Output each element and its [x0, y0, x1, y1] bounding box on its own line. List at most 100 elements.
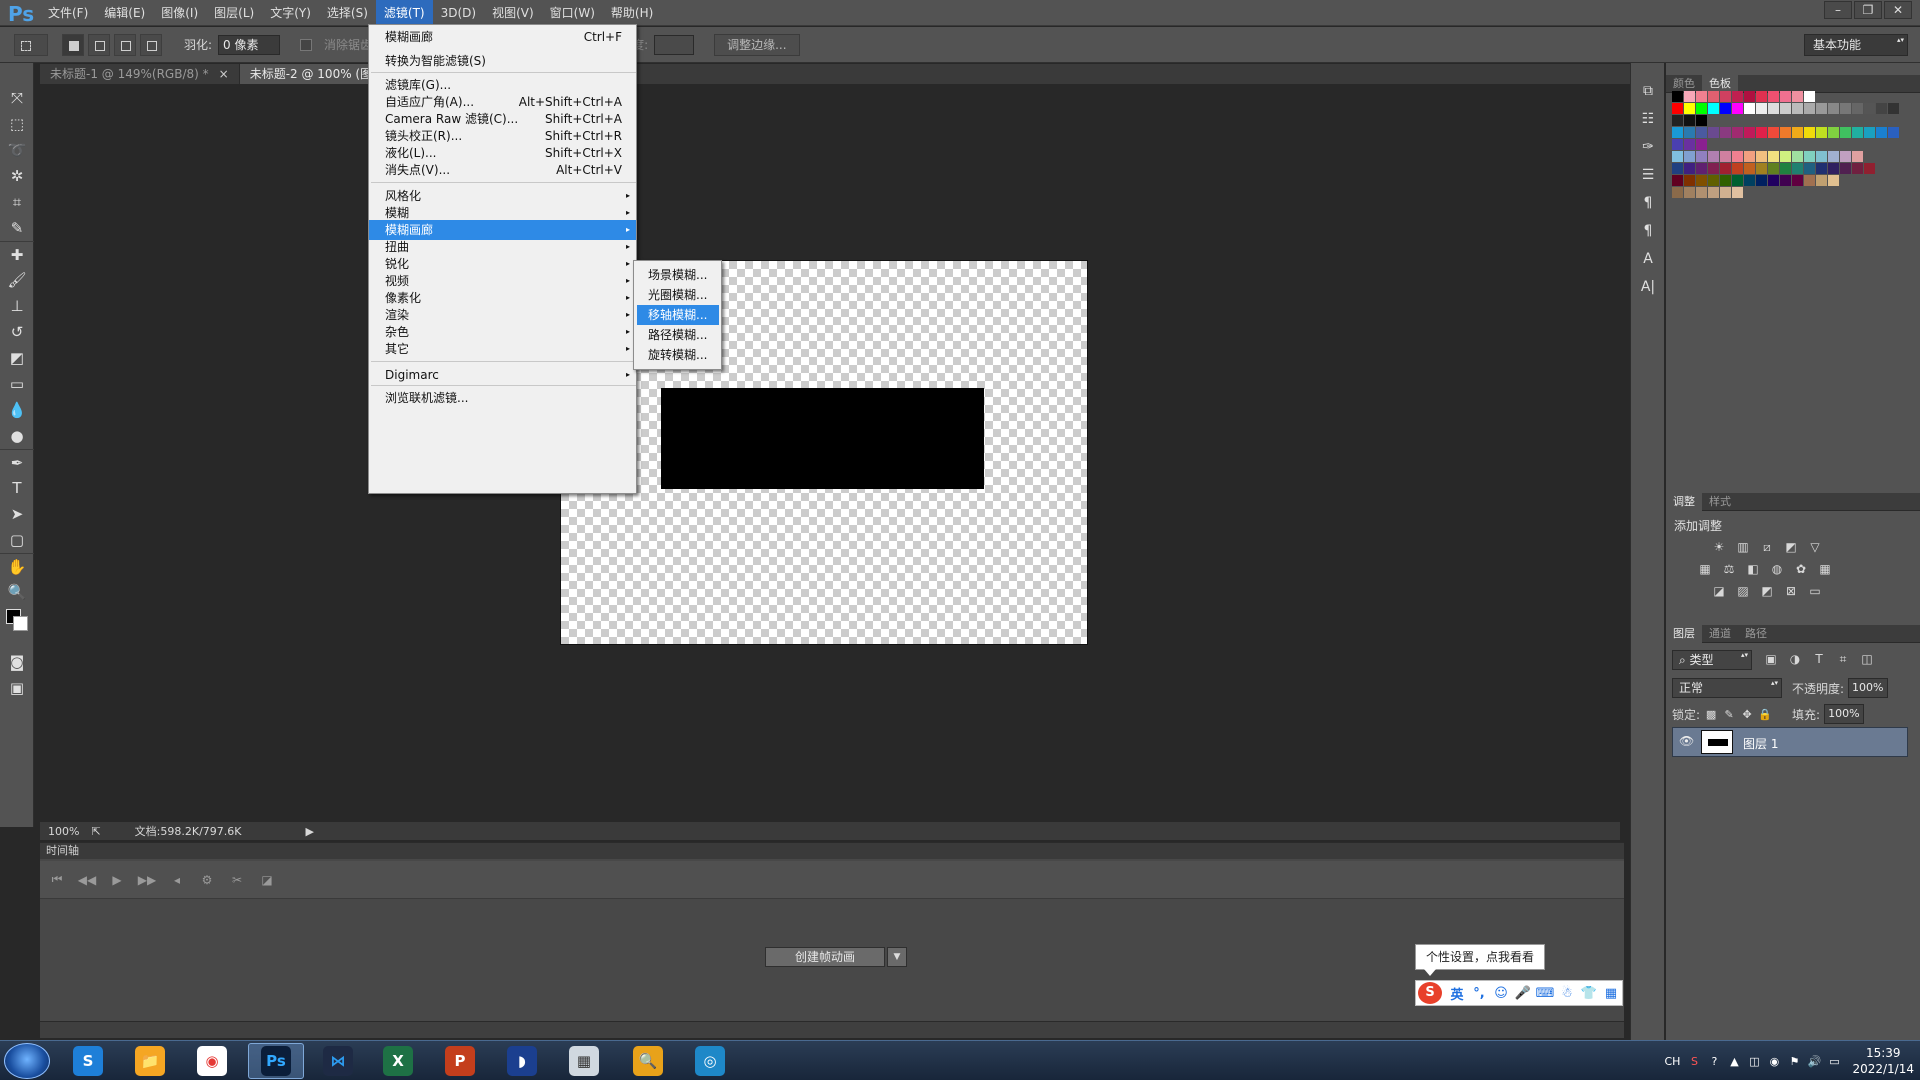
- antialias-checkbox[interactable]: [300, 38, 313, 51]
- swatch-chip[interactable]: [1696, 139, 1707, 150]
- menu-edit[interactable]: 编辑(E): [96, 0, 153, 26]
- menu-file[interactable]: 文件(F): [40, 0, 96, 26]
- tab-close-icon[interactable]: ×: [219, 67, 229, 81]
- swatch-chip[interactable]: [1780, 103, 1791, 114]
- mic-icon[interactable]: 🎤: [1512, 986, 1534, 1001]
- export-icon[interactable]: ⇱: [91, 825, 100, 838]
- swatch-chip[interactable]: [1780, 91, 1791, 102]
- menu-help[interactable]: 帮助(H): [603, 0, 661, 26]
- swatch-chip[interactable]: [1684, 115, 1695, 126]
- height-input[interactable]: [654, 34, 695, 55]
- adjustment-filter-icon[interactable]: ◑: [1786, 652, 1804, 668]
- swatch-chip[interactable]: [1720, 175, 1731, 186]
- lock-transparent-icon[interactable]: ▩: [1704, 708, 1718, 721]
- blur-tool-icon[interactable]: 💧: [0, 397, 34, 423]
- minimize-button[interactable]: –: [1824, 1, 1852, 19]
- new-selection-icon[interactable]: [62, 33, 84, 56]
- swatch-chip[interactable]: [1732, 175, 1743, 186]
- swatch-chip[interactable]: [1828, 151, 1839, 162]
- chevron-up-icon[interactable]: ▲: [1725, 1055, 1743, 1068]
- tab-paths[interactable]: 路径: [1738, 625, 1774, 643]
- transition-icon[interactable]: ◪: [252, 873, 282, 887]
- swatch-chip[interactable]: [1756, 103, 1767, 114]
- photo-filter-icon[interactable]: ◍: [1768, 562, 1786, 578]
- swatch-chip[interactable]: [1672, 139, 1683, 150]
- grid-icon[interactable]: ▦: [1600, 986, 1622, 1001]
- swatch-chip[interactable]: [1756, 175, 1767, 186]
- move-tool-icon[interactable]: ⤧: [0, 85, 34, 111]
- swatch-chip[interactable]: [1876, 103, 1887, 114]
- smart-object-filter-icon[interactable]: ◫: [1858, 652, 1876, 668]
- help-icon[interactable]: ?: [1705, 1055, 1723, 1068]
- swatch-chip[interactable]: [1708, 103, 1719, 114]
- black-white-icon[interactable]: ◧: [1744, 562, 1762, 578]
- clock[interactable]: 15:39 2022/1/14: [1852, 1045, 1914, 1077]
- character-icon[interactable]: A|: [1631, 273, 1665, 301]
- swatch-chip[interactable]: [1744, 91, 1755, 102]
- swatch-chip[interactable]: [1708, 187, 1719, 198]
- swatch-chip[interactable]: [1720, 91, 1731, 102]
- channel-mixer-icon[interactable]: ✿: [1792, 562, 1810, 578]
- swatch-chip[interactable]: [1852, 127, 1863, 138]
- tab-color[interactable]: 颜色: [1666, 75, 1702, 93]
- swatch-chip[interactable]: [1684, 103, 1695, 114]
- menu-filter[interactable]: 滤镜(T): [375, 0, 433, 26]
- network-icon[interactable]: ◫: [1745, 1055, 1763, 1068]
- zoom-level[interactable]: 100%: [48, 825, 79, 838]
- layer-row[interactable]: 👁 图层 1: [1672, 727, 1908, 757]
- next-frame-icon[interactable]: ▶▶: [132, 873, 162, 887]
- gradient-map-icon[interactable]: ▭: [1806, 584, 1824, 600]
- eyedropper-tool-icon[interactable]: ✎: [0, 215, 34, 241]
- swatch-chip[interactable]: [1792, 151, 1803, 162]
- dodge-tool-icon[interactable]: ●: [0, 423, 34, 449]
- menu-3d[interactable]: 3D(D): [433, 0, 484, 26]
- swatch-chip[interactable]: [1888, 103, 1899, 114]
- menu-item-vanishing-point[interactable]: 消失点(V)... Alt+Ctrl+V: [369, 160, 636, 180]
- healing-brush-tool-icon[interactable]: ✚: [0, 241, 34, 267]
- language-indicator[interactable]: CH: [1661, 1055, 1683, 1068]
- levels-icon[interactable]: ▥: [1734, 540, 1752, 556]
- character-style-icon[interactable]: A: [1631, 245, 1665, 273]
- swatch-chip[interactable]: [1744, 103, 1755, 114]
- zoom-tool-icon[interactable]: 🔍: [0, 579, 34, 605]
- swatch-chip[interactable]: [1732, 163, 1743, 174]
- shape-filter-icon[interactable]: ⌗: [1834, 652, 1852, 668]
- menu-layer[interactable]: 图层(L): [206, 0, 262, 26]
- swatch-chip[interactable]: [1684, 187, 1695, 198]
- scissors-icon[interactable]: ✂: [222, 873, 252, 887]
- swatch-chip[interactable]: [1840, 103, 1851, 114]
- swatch-chip[interactable]: [1804, 127, 1815, 138]
- brush-tool-icon[interactable]: 🖌: [0, 267, 34, 293]
- color-balance-icon[interactable]: ⚖: [1720, 562, 1738, 578]
- sliders-icon[interactable]: ☰: [1631, 161, 1665, 189]
- swatch-chip[interactable]: [1828, 175, 1839, 186]
- swatch-chip[interactable]: [1672, 115, 1683, 126]
- swatch-chip[interactable]: [1744, 163, 1755, 174]
- tab-swatches[interactable]: 色板: [1702, 74, 1738, 93]
- subtract-selection-icon[interactable]: [114, 33, 136, 56]
- menu-select[interactable]: 选择(S): [319, 0, 376, 26]
- swatch-chip[interactable]: [1672, 127, 1683, 138]
- swatch-chip[interactable]: [1780, 163, 1791, 174]
- status-arrow-icon[interactable]: ▶: [306, 825, 314, 838]
- create-frame-animation-button[interactable]: 创建帧动画: [765, 947, 885, 967]
- marquee-tool-icon[interactable]: ⬚: [0, 111, 34, 137]
- swatch-chip[interactable]: [1732, 187, 1743, 198]
- color-swatches-icon[interactable]: [0, 605, 34, 649]
- menu-item-digimarc[interactable]: Digimarc ▸: [369, 365, 636, 385]
- swatch-chip[interactable]: [1756, 151, 1767, 162]
- taskbar-calculator-icon[interactable]: ▦: [556, 1043, 612, 1079]
- swatch-chip[interactable]: [1804, 175, 1815, 186]
- flag-icon[interactable]: ⚑: [1785, 1055, 1803, 1068]
- exposure-icon[interactable]: ◩: [1782, 540, 1800, 556]
- swatch-chip[interactable]: [1816, 151, 1827, 162]
- type-filter-icon[interactable]: T: [1810, 652, 1828, 668]
- settings-icon[interactable]: ⚙: [192, 873, 222, 887]
- fill-input[interactable]: 100%: [1824, 704, 1865, 724]
- swatch-chip[interactable]: [1792, 91, 1803, 102]
- swatch-chip[interactable]: [1696, 115, 1707, 126]
- menu-window[interactable]: 窗口(W): [542, 0, 603, 26]
- menu-image[interactable]: 图像(I): [153, 0, 206, 26]
- swatch-chip[interactable]: [1852, 151, 1863, 162]
- punctuation-icon[interactable]: °,: [1468, 986, 1490, 1001]
